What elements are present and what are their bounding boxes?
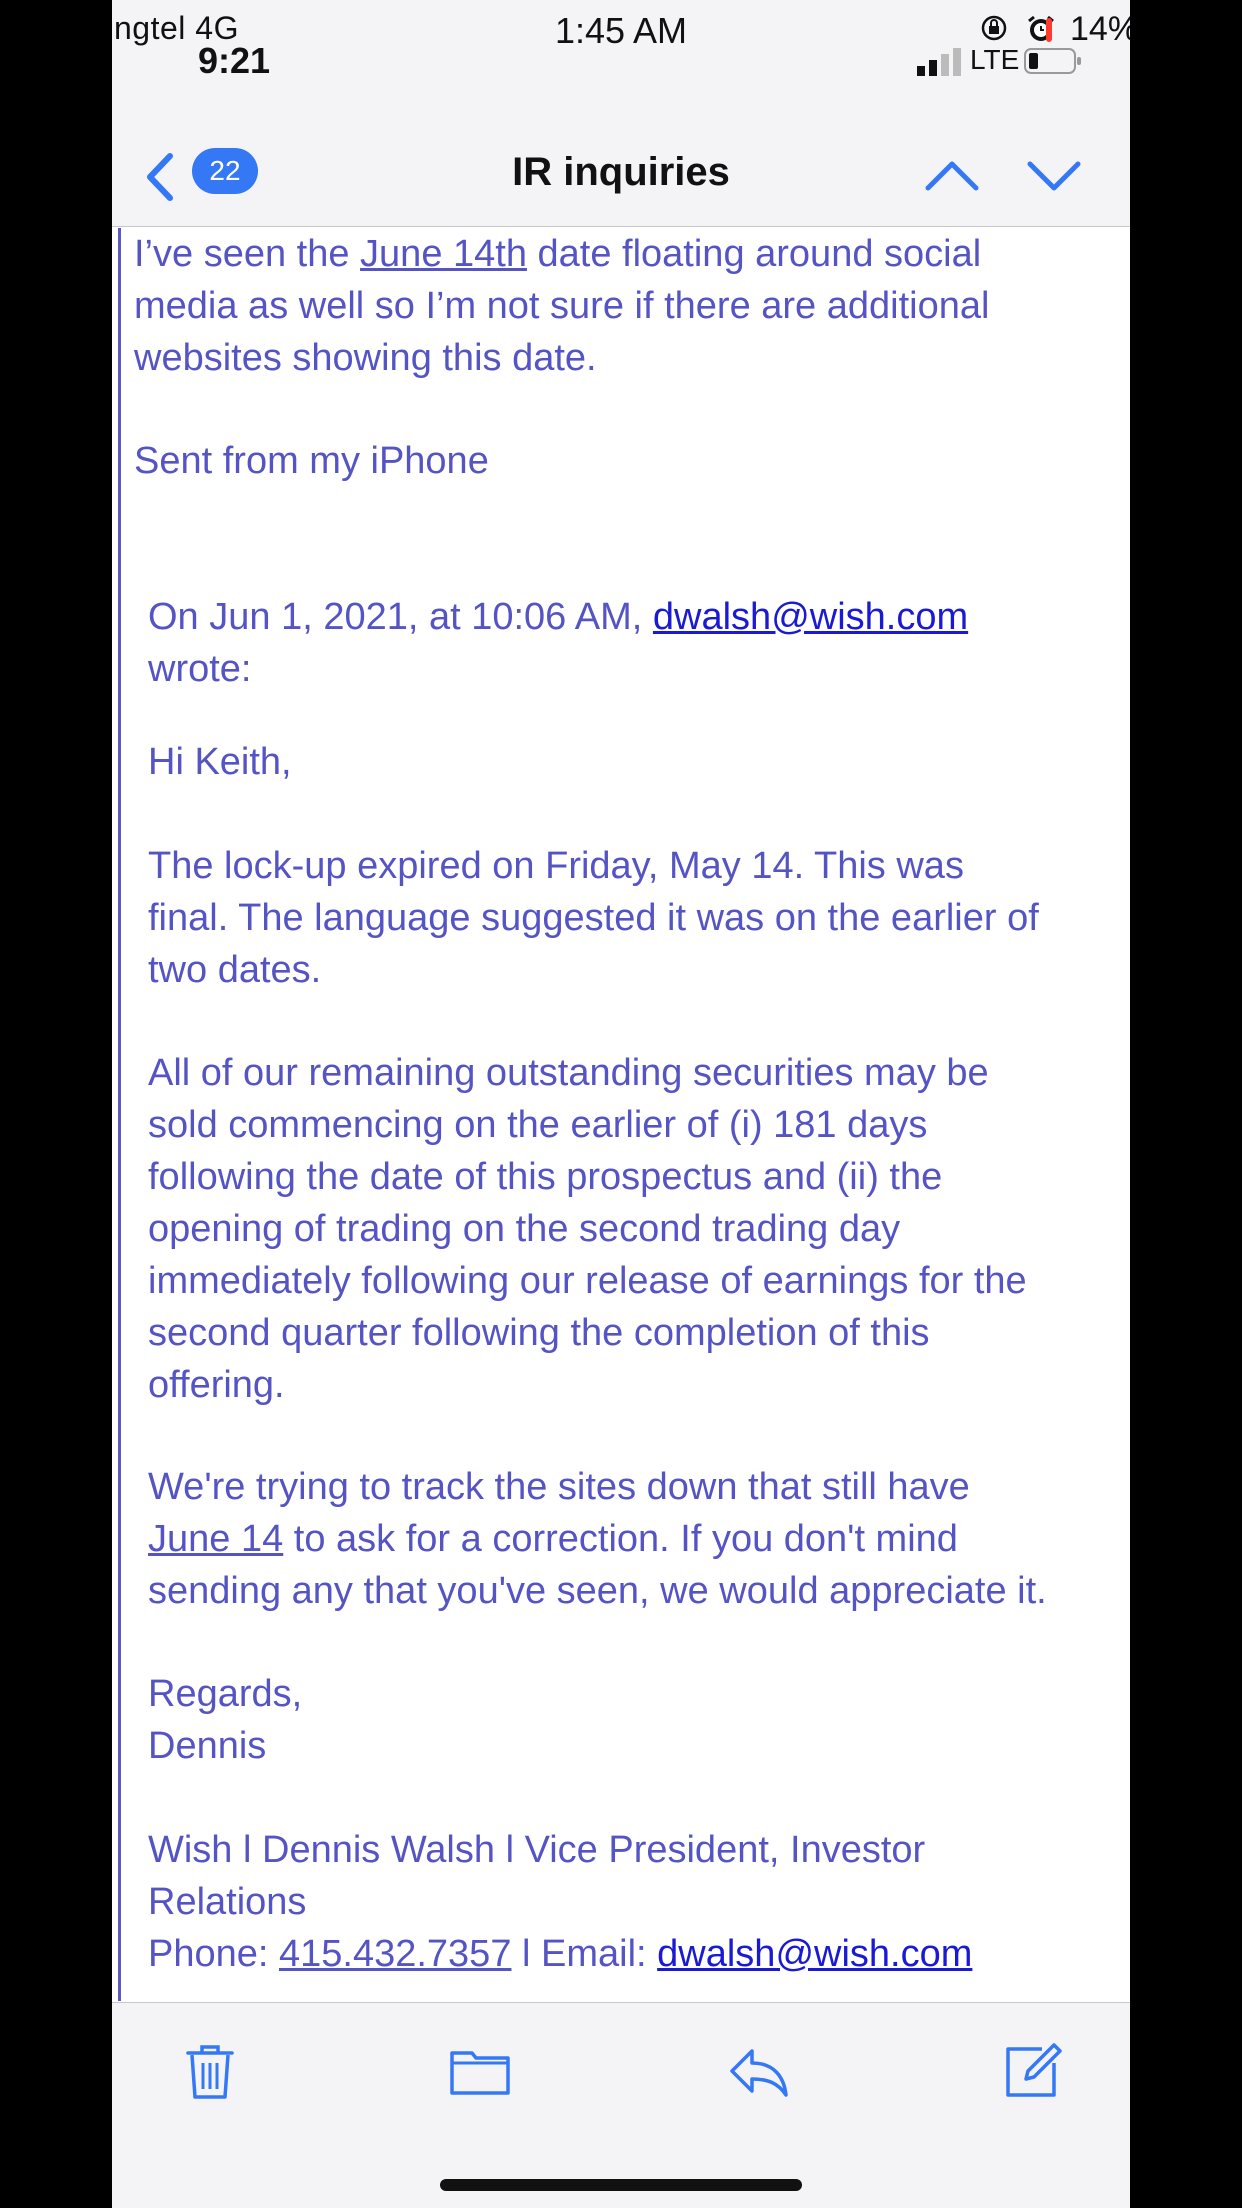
paragraph-line: immediately following our release of ear… — [148, 1260, 1027, 1302]
signature-line: Relations — [148, 1881, 307, 1923]
paragraph-line: second quarter following the completion … — [148, 1312, 930, 1354]
quote-header-text: On Jun 1, 2021, at 10:06 AM, — [148, 596, 653, 638]
nav-bar: 22 IR inquiries — [112, 128, 1130, 227]
reply-icon[interactable] — [728, 2041, 788, 2101]
paragraph-line: final. The language suggested it was on … — [148, 897, 1039, 939]
paragraph-line: sending any that you've seen, we would a… — [148, 1570, 1047, 1612]
date-link[interactable]: June 14 — [148, 1518, 283, 1560]
folder-icon[interactable] — [450, 2041, 510, 2101]
recording-indicator — [1046, 18, 1052, 42]
securities-paragraph: All of our remaining outstanding securit… — [148, 1047, 1027, 1411]
trash-icon[interactable] — [180, 2041, 240, 2101]
rotation-lock-icon — [981, 15, 1007, 41]
paragraph-line: The lock-up expired on Friday, May 14. T… — [148, 845, 964, 887]
intro-text: I’ve seen the — [134, 233, 361, 275]
quote-header-text: wrote: — [148, 648, 252, 690]
home-indicator[interactable] — [440, 2179, 802, 2191]
paragraph-line: sold commencing on the earlier of (i) 18… — [148, 1104, 928, 1146]
next-message-icon[interactable] — [1026, 148, 1082, 204]
intro-text: date floating around social — [526, 233, 982, 275]
status-bar: ngtel 4G 9:21 1:45 AM 14% LTE — [112, 0, 1130, 128]
lockup-paragraph: The lock-up expired on Friday, May 14. T… — [148, 840, 1039, 996]
paragraph-line: offering. — [148, 1364, 285, 1406]
paragraph-line: to ask for a correction. If you don't mi… — [283, 1518, 958, 1560]
sender-email-link[interactable]: dwalsh@wish.com — [653, 596, 968, 638]
previous-message-icon[interactable] — [924, 148, 980, 204]
date-link[interactable]: June 14th — [360, 233, 527, 275]
network-type: LTE — [970, 44, 1020, 75]
phone-link[interactable]: 415.432.7357 — [279, 1933, 511, 1975]
intro-text: media as well so I’m not sure if there a… — [134, 285, 990, 327]
mail-screen: ngtel 4G 9:21 1:45 AM 14% LTE — [112, 0, 1130, 2208]
paragraph-line: We're trying to track the sites down tha… — [148, 1466, 970, 1508]
signature-block: Wish l Dennis Walsh l Vice President, In… — [148, 1824, 972, 1980]
sent-from-signature: Sent from my iPhone — [134, 440, 489, 482]
closing: Regards, Dennis — [148, 1668, 302, 1772]
intro-paragraph: I’ve seen the June 14th date floating ar… — [134, 228, 989, 384]
email-label: l Email: — [511, 1933, 658, 1975]
signature-line: Wish l Dennis Walsh l Vice President, In… — [148, 1829, 926, 1871]
battery-percent: 14% — [1070, 10, 1130, 48]
paragraph-line: opening of trading on the second trading… — [148, 1208, 901, 1250]
paragraph-line: All of our remaining outstanding securit… — [148, 1052, 989, 1094]
quote-header: On Jun 1, 2021, at 10:06 AM, dwalsh@wish… — [148, 591, 968, 695]
sender-name: Dennis — [148, 1725, 267, 1767]
bottom-toolbar — [112, 2002, 1130, 2208]
message-body: I’ve seen the June 14th date floating ar… — [112, 228, 1130, 2001]
battery-icon — [1024, 48, 1081, 74]
compose-icon[interactable] — [1002, 2041, 1062, 2101]
signature-email-link[interactable]: dwalsh@wish.com — [657, 1933, 972, 1975]
phone-label: Phone: — [148, 1933, 279, 1975]
signal-icon — [917, 48, 961, 76]
correction-paragraph: We're trying to track the sites down tha… — [148, 1461, 1047, 1617]
quote-bar — [118, 228, 121, 2001]
regards-text: Regards, — [148, 1673, 303, 1715]
greeting: Hi Keith, — [148, 741, 292, 783]
paragraph-line: two dates. — [148, 949, 322, 991]
paragraph-line: following the date of this prospectus an… — [148, 1156, 943, 1198]
intro-text: websites showing this date. — [134, 337, 597, 379]
